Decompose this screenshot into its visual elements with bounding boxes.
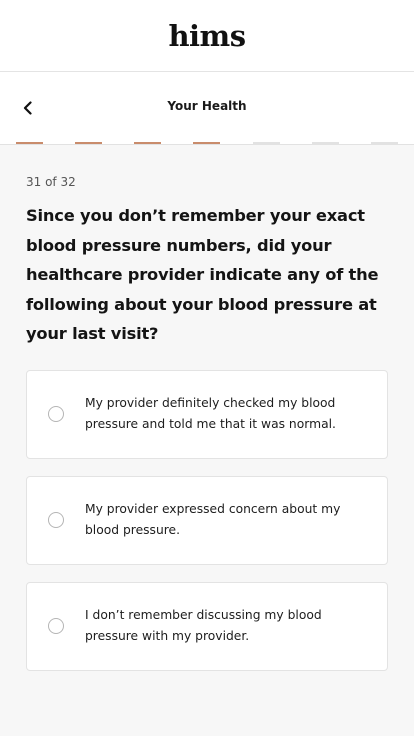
top-bar: hims [0, 0, 414, 72]
progress-segment [370, 142, 398, 144]
question-content: 31 of 32 Since you don’t remember your e… [0, 145, 414, 671]
brand-logo: hims [168, 18, 246, 53]
answer-option-label: My provider definitely checked my blood … [85, 396, 336, 431]
progress-segment [311, 142, 339, 144]
radio-button[interactable] [48, 406, 64, 422]
progress-bar [16, 142, 398, 144]
answer-option-label: My provider expressed concern about my b… [85, 502, 341, 537]
answer-option[interactable]: I don’t remember discussing my blood pre… [26, 581, 388, 671]
section-title: Your Health [167, 99, 247, 113]
progress-segment [252, 142, 280, 144]
progress-segment [16, 142, 43, 144]
progress-segment [193, 142, 221, 144]
progress-segment [75, 142, 103, 144]
answer-option[interactable]: My provider definitely checked my blood … [26, 369, 388, 459]
radio-button[interactable] [48, 512, 64, 528]
step-counter: 31 of 32 [26, 175, 76, 189]
radio-button[interactable] [48, 618, 64, 634]
question-text: Since you don’t remember your exact bloo… [26, 206, 379, 343]
sub-header: Your Health [0, 72, 414, 145]
answer-option-label: I don’t remember discussing my blood pre… [85, 608, 322, 643]
answer-option[interactable]: My provider expressed concern about my b… [26, 475, 388, 565]
progress-segment [134, 142, 162, 144]
